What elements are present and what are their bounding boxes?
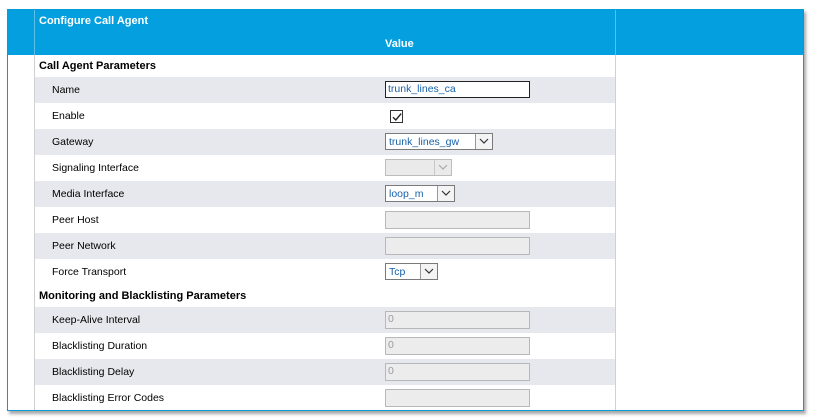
media-interface-dropdown-button[interactable] (437, 186, 454, 201)
row-signaling-interface: Signaling Interface (35, 155, 615, 181)
blacklisting-delay-label: Blacklisting Delay (52, 366, 135, 378)
keep-alive-interval-label: Keep-Alive Interval (52, 314, 141, 326)
force-transport-selected-value: Tcp (389, 266, 406, 278)
peer-network-label: Peer Network (52, 240, 116, 252)
section-monitoring-blacklisting: Monitoring and Blacklisting Parameters (35, 285, 615, 307)
signaling-interface-dropdown-button[interactable] (434, 160, 451, 175)
name-label: Name (52, 84, 81, 96)
chevron-down-icon (438, 164, 448, 170)
peer-host-label: Peer Host (52, 214, 99, 226)
blacklisting-delay-input[interactable]: 0 (385, 363, 530, 381)
row-gateway: Gateway trunk_lines_gw (35, 129, 615, 155)
gateway-select[interactable]: trunk_lines_gw (385, 133, 493, 150)
row-peer-network: Peer Network (35, 233, 615, 259)
name-input[interactable]: trunk_lines_ca (385, 81, 530, 98)
row-enable: Enable (35, 103, 615, 129)
blacklisting-error-codes-label: Blacklisting Error Codes (52, 392, 165, 404)
signaling-interface-select[interactable] (385, 159, 452, 176)
row-blacklisting-duration: Blacklisting Duration 0 (35, 333, 615, 359)
gateway-label: Gateway (52, 136, 94, 148)
row-blacklisting-delay: Blacklisting Delay 0 (35, 359, 615, 385)
peer-network-input[interactable] (385, 237, 530, 255)
media-interface-select[interactable]: loop_m (385, 185, 455, 202)
section-title: Monitoring and Blacklisting Parameters (39, 290, 247, 302)
keep-alive-interval-input[interactable]: 0 (385, 311, 530, 329)
row-name: Name trunk_lines_ca (35, 77, 615, 103)
force-transport-select[interactable]: Tcp (385, 263, 438, 280)
media-interface-label: Media Interface (52, 188, 125, 200)
row-media-interface: Media Interface loop_m (35, 181, 615, 207)
row-keep-alive-interval: Keep-Alive Interval 0 (35, 307, 615, 333)
chevron-down-icon (441, 190, 451, 196)
header-divider-right (615, 10, 616, 55)
header-divider-left (34, 10, 35, 55)
check-icon (392, 113, 402, 122)
parameters-table: Call Agent Parameters Name trunk_lines_c… (35, 55, 615, 410)
row-force-transport: Force Transport Tcp (35, 259, 615, 285)
section-call-agent-parameters: Call Agent Parameters (35, 55, 615, 77)
row-peer-host: Peer Host (35, 207, 615, 233)
chevron-down-icon (424, 268, 434, 274)
value-column-header: Value (385, 38, 414, 50)
blacklisting-duration-label: Blacklisting Duration (52, 340, 148, 352)
media-interface-selected-value: loop_m (389, 188, 424, 200)
signaling-interface-label: Signaling Interface (52, 162, 139, 174)
panel-header: Configure Call Agent Value (8, 10, 803, 55)
force-transport-dropdown-button[interactable] (420, 264, 437, 279)
peer-host-input[interactable] (385, 211, 530, 229)
configure-call-agent-panel: Configure Call Agent Value Call Agent Pa… (7, 9, 804, 411)
blacklisting-error-codes-input[interactable] (385, 389, 530, 407)
chevron-down-icon (479, 138, 489, 144)
panel-title: Configure Call Agent (39, 15, 148, 27)
enable-checkbox[interactable] (390, 110, 403, 123)
section-title: Call Agent Parameters (39, 60, 156, 72)
blacklisting-duration-input[interactable]: 0 (385, 337, 530, 355)
force-transport-label: Force Transport (52, 266, 127, 278)
gateway-dropdown-button[interactable] (475, 134, 492, 149)
enable-label: Enable (52, 110, 85, 122)
body-divider-right (615, 55, 616, 410)
row-blacklisting-error-codes: Blacklisting Error Codes (35, 385, 615, 410)
gateway-selected-value: trunk_lines_gw (389, 136, 460, 148)
